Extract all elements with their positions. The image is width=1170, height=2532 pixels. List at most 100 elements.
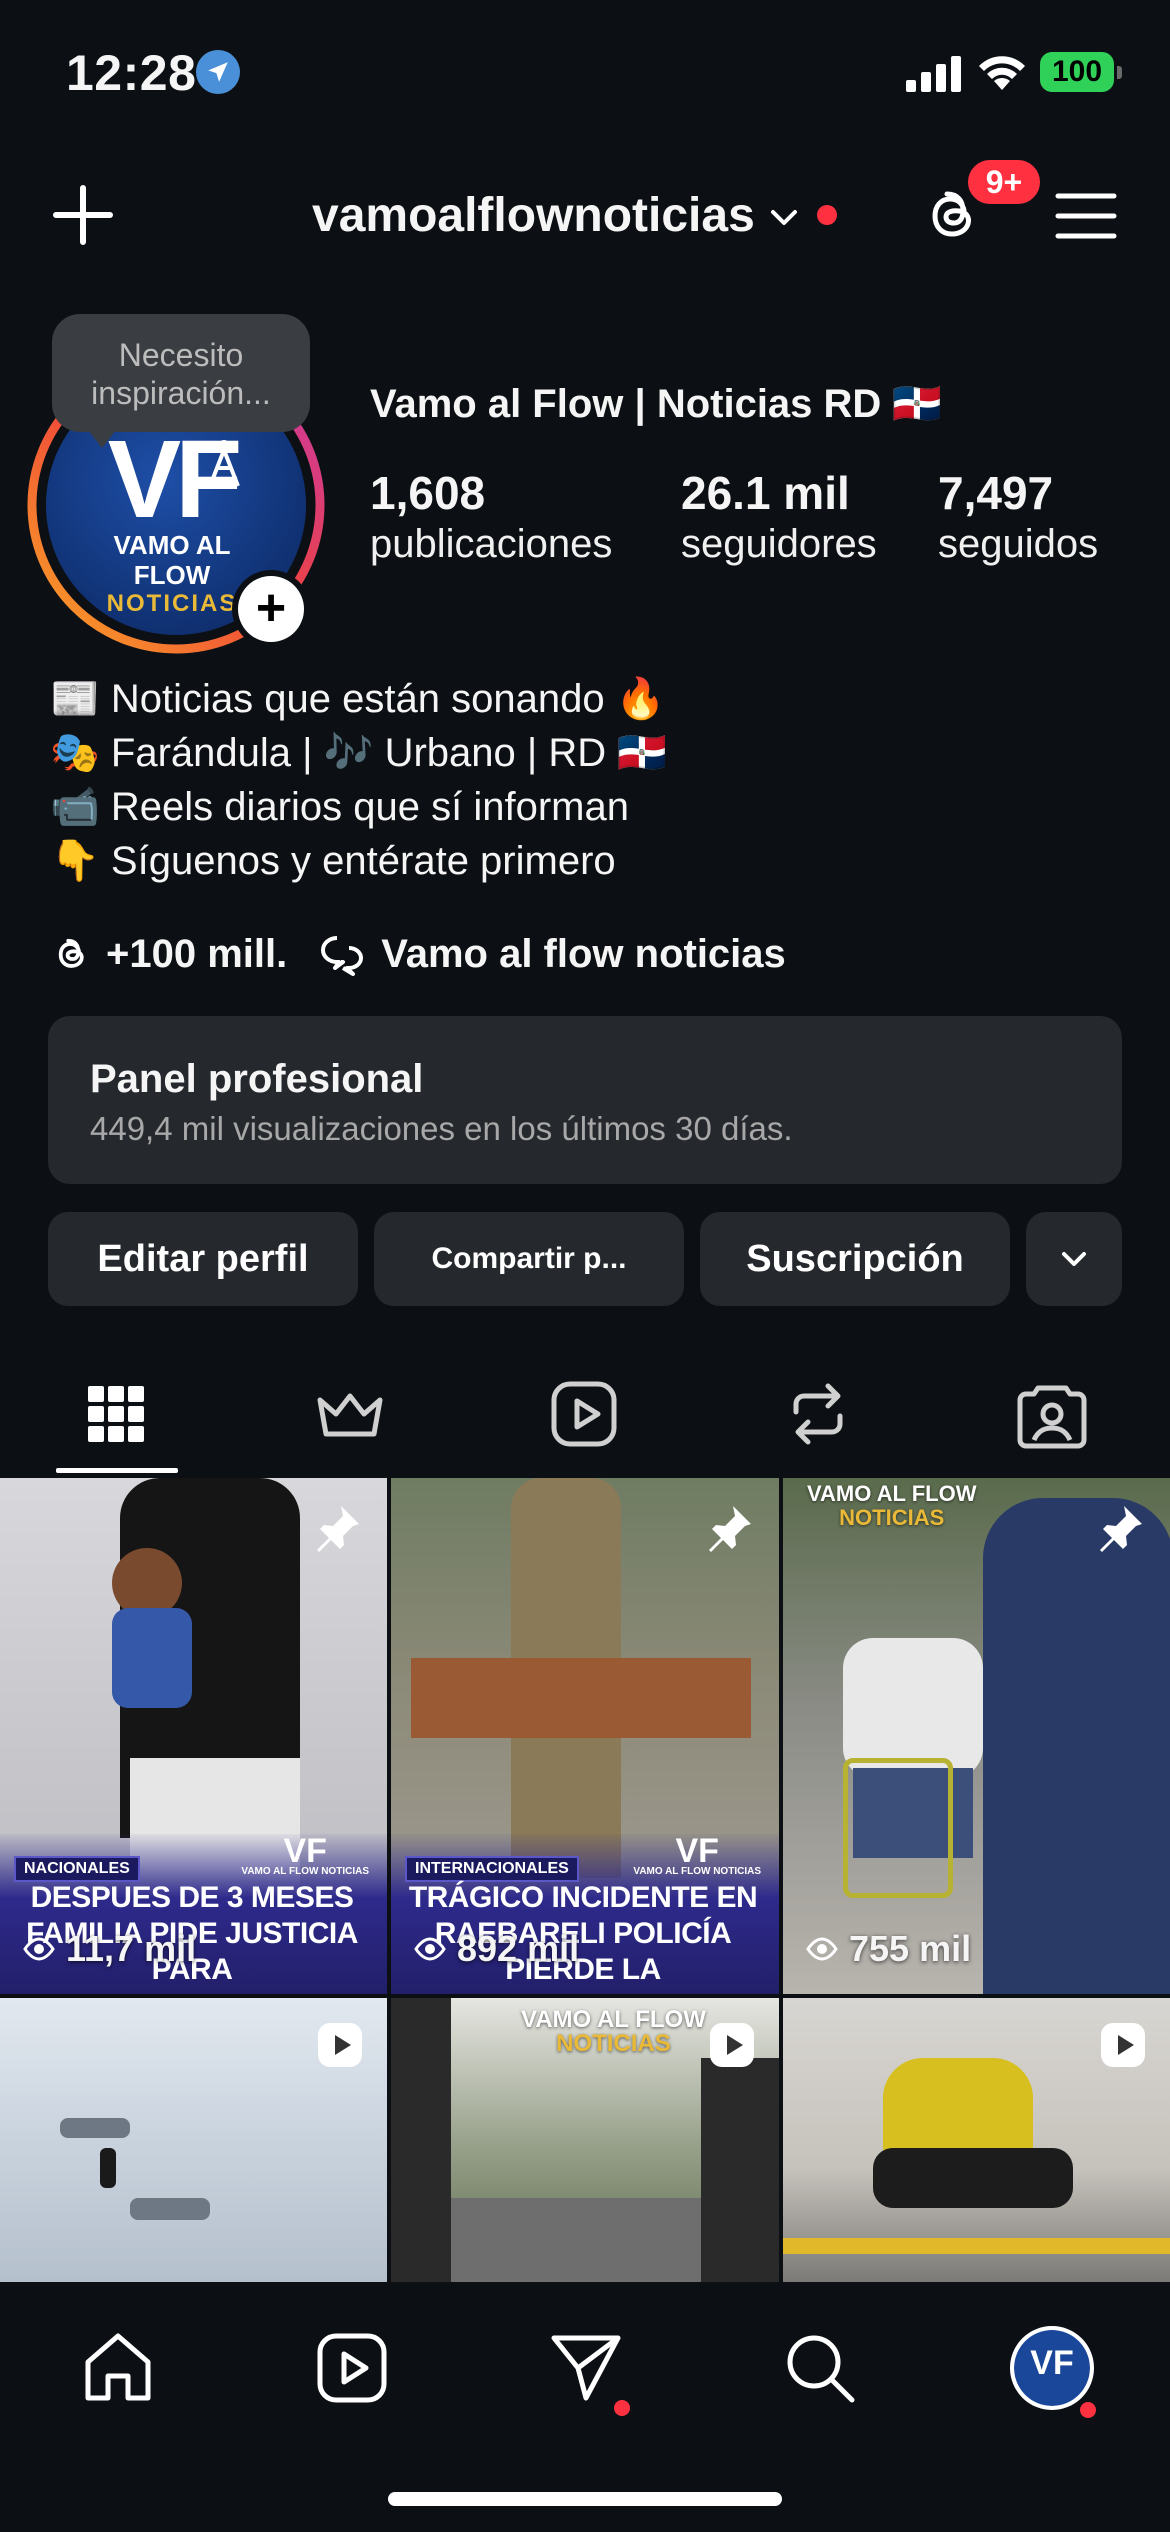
- broadcast-channel-link[interactable]: Vamo al flow noticias: [319, 932, 786, 977]
- post-image: [100, 2148, 116, 2188]
- stat-posts[interactable]: 1,608 publicaciones: [370, 466, 612, 568]
- post-views: 755 mil: [805, 1928, 971, 1970]
- direct-messages-icon[interactable]: [546, 2328, 626, 2408]
- tab-reposts-icon[interactable]: [778, 1374, 858, 1454]
- plus-icon: +: [238, 576, 304, 642]
- post-image: [112, 1608, 192, 1708]
- svg-text:VF: VF: [1030, 2344, 1073, 2382]
- edit-profile-button[interactable]: Editar perfil: [48, 1212, 358, 1306]
- location-arrow-icon: [196, 50, 240, 94]
- post-image: [843, 1638, 983, 1778]
- stat-following-value: 7,497: [938, 467, 1054, 519]
- profile-tabs: [0, 1360, 1170, 1476]
- post-brand-mark: VF: [283, 1832, 327, 1870]
- post-image: [783, 2238, 1170, 2254]
- pin-icon: [317, 1506, 359, 1552]
- chevron-down-icon: [770, 210, 797, 225]
- posts-grid: NACIONALES VF VAMO AL FLOW NOTICIAS Despu…: [0, 1478, 1170, 2282]
- stat-followers-value: 26.1 mil: [681, 467, 850, 519]
- tab-reels-icon[interactable]: [544, 1374, 624, 1454]
- grid-post[interactable]: [0, 1998, 387, 2282]
- tab-tagged-icon[interactable]: [1012, 1374, 1092, 1454]
- threads-link-text: +100 mill.: [106, 931, 288, 976]
- create-plus-icon[interactable]: [50, 182, 116, 248]
- reel-icon: [1101, 2023, 1145, 2067]
- post-views-count: 892 mil: [457, 1928, 580, 1969]
- post-image: [451, 2198, 701, 2282]
- menu-hamburger-icon[interactable]: [1054, 186, 1118, 246]
- post-image: [883, 2058, 1033, 2158]
- battery-indicator: 100: [1040, 52, 1122, 92]
- home-icon[interactable]: [78, 2328, 158, 2408]
- pin-icon: [709, 1506, 751, 1552]
- profile-full-name: Vamo al Flow | Noticias RD 🇩🇴: [370, 382, 943, 426]
- reel-icon: [318, 2023, 362, 2067]
- profile-avatar-mini: VF: [1014, 2330, 1090, 2406]
- grid-post[interactable]: VAMO AL FLOW NOTICIAS 755 mil: [783, 1478, 1170, 1994]
- status-bar: 12:28 100: [0, 0, 1170, 150]
- post-views: 892 mil: [413, 1928, 579, 1970]
- eye-icon: [806, 1937, 838, 1961]
- post-image: [843, 1758, 953, 1898]
- subscription-button[interactable]: Suscripción: [700, 1212, 1010, 1306]
- post-brand: VF VAMO AL FLOW NOTICIAS: [633, 1834, 761, 1878]
- panel-subtitle: 449,4 mil visualizaciones en los últimos…: [90, 1110, 793, 1147]
- add-story-button[interactable]: +: [232, 570, 310, 648]
- note-bubble[interactable]: Necesito inspiración...: [52, 314, 310, 448]
- grid-post[interactable]: INTERNACIONALES VF VAMO AL FLOW NOTICIAS …: [391, 1478, 779, 1994]
- post-category: NACIONALES: [14, 1856, 140, 1882]
- reels-icon[interactable]: [312, 2328, 392, 2408]
- tab-grid-icon[interactable]: [76, 1374, 156, 1454]
- post-brand: VF VAMO AL FLOW NOTICIAS: [241, 1834, 369, 1878]
- professional-dashboard[interactable]: Panel profesional 449,4 mil visualizacio…: [48, 1016, 1122, 1184]
- post-views: 11,7 mil: [22, 1928, 196, 1970]
- post-image: [391, 1998, 451, 2282]
- avatar-logo-mark: VF: [107, 418, 243, 541]
- profile-header: vamoalflownoticias 9+: [0, 156, 1170, 270]
- stat-posts-value: 1,608: [370, 467, 486, 519]
- watermark-top: VAMO AL FLOW: [807, 1481, 977, 1506]
- post-brand-sub: VAMO AL FLOW NOTICIAS: [633, 1866, 761, 1877]
- post-image: [60, 2118, 130, 2138]
- channel-link-text: Vamo al flow noticias: [381, 931, 786, 976]
- share-profile-button[interactable]: Compartir p...: [374, 1212, 684, 1306]
- notification-dot: [816, 205, 837, 225]
- home-indicator: [388, 2492, 782, 2506]
- panel-title: Panel profesional: [90, 1057, 424, 1101]
- eye-icon: [414, 1937, 446, 1961]
- reel-icon: [710, 2023, 754, 2067]
- profile-tab-avatar[interactable]: VF: [1010, 2326, 1094, 2410]
- tab-subscription-crown-icon[interactable]: [310, 1374, 390, 1454]
- bio-line: 📹 Reels diarios que sí informan: [50, 785, 629, 829]
- threads-link[interactable]: +100 mill.: [50, 932, 287, 977]
- active-tab-indicator: [56, 1468, 178, 1473]
- bio-line: 👇 Síguenos y entérate primero: [50, 839, 616, 883]
- post-image: [873, 2148, 1073, 2208]
- suggested-accounts-button[interactable]: [1026, 1212, 1122, 1306]
- grid-post[interactable]: NACIONALES VF VAMO AL FLOW NOTICIAS Despu…: [0, 1478, 387, 1994]
- account-switcher[interactable]: vamoalflownoticias: [312, 184, 837, 246]
- status-time: 12:28: [66, 45, 197, 101]
- post-image: [701, 2058, 779, 2282]
- username: vamoalflownoticias: [312, 188, 755, 242]
- post-watermark: VAMO AL FLOW NOTICIAS: [521, 2008, 706, 2056]
- stat-followers-label: seguidores: [681, 522, 877, 566]
- stat-followers[interactable]: 26.1 mil seguidores: [681, 466, 877, 568]
- pin-icon: [1100, 1506, 1142, 1552]
- profile-bio: 📰 Noticias que están sonando 🔥 🎭 Farándu…: [50, 672, 667, 888]
- search-icon[interactable]: [780, 2328, 860, 2408]
- eye-icon: [23, 1937, 55, 1961]
- post-views-count: 755 mil: [849, 1928, 972, 1969]
- grid-post[interactable]: [783, 1998, 1170, 2282]
- stat-posts-label: publicaciones: [370, 522, 613, 566]
- grid-post[interactable]: VAMO AL FLOW NOTICIAS: [391, 1998, 779, 2282]
- wifi-icon: [979, 56, 1025, 90]
- post-image: [983, 1498, 1170, 1994]
- post-views-count: 11,7 mil: [66, 1928, 197, 1969]
- stat-following[interactable]: 7,497 seguidos: [938, 466, 1098, 568]
- bio-line: 📰 Noticias que están sonando 🔥: [50, 677, 666, 721]
- profile-notification-dot: [1080, 2402, 1096, 2418]
- profile-links: +100 mill. Vamo al flow noticias: [50, 926, 818, 982]
- threads-icon: [58, 938, 84, 968]
- post-category: INTERNACIONALES: [405, 1856, 579, 1882]
